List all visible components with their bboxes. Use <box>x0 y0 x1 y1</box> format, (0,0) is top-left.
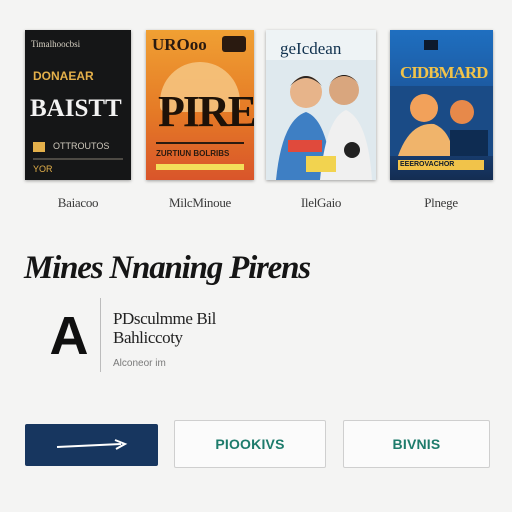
arrow-right-icon <box>56 439 127 450</box>
cover-3-top-text: geIcdean <box>280 39 342 58</box>
cover-2-footer-text: ZURTIUN BOLRIBS <box>156 149 230 158</box>
tertiary-button[interactable]: BIVNIS <box>343 420 490 468</box>
author-avatar-letter: A <box>49 306 89 366</box>
cover-1-rule <box>33 158 123 160</box>
cover-2-badge-icon <box>222 36 246 52</box>
card-meta: Alconeor im <box>113 358 166 369</box>
cover-3-illustration <box>266 60 376 180</box>
cover-2-big-title: PIRES <box>158 87 254 136</box>
cover-2-rule <box>156 142 244 144</box>
book-cover-1[interactable]: Timalhoocbsi DONAEAR BAISTT OTTROUTOS YO… <box>25 30 131 180</box>
cover-1-small-text: OTTROUTOS <box>53 141 110 151</box>
card-title[interactable]: PDsculmme Bil Bahliccoty <box>113 309 263 347</box>
book-cover-2[interactable]: UROoo PIRES ZURTIUN BOLRIBS <box>146 30 254 180</box>
book-cover-3[interactable]: geIcdean <box>266 30 376 180</box>
book-caption-3[interactable]: IlelGaio <box>261 195 381 211</box>
secondary-button[interactable]: PIOOKIVS <box>174 420 326 468</box>
cover-4-illustration <box>390 86 493 156</box>
book-caption-2[interactable]: MilcMinoue <box>140 195 260 211</box>
cover-2-stripe <box>156 164 244 170</box>
vertical-divider <box>100 298 101 372</box>
cover-1-footer-text: YOR <box>33 164 53 174</box>
book-caption-4[interactable]: Plnege <box>381 195 501 211</box>
cover-1-top-text: Timalhoocbsi <box>31 39 81 49</box>
cover-1-big-title: BAISTT <box>30 95 122 122</box>
book-caption-1[interactable]: Baiacoo <box>18 195 138 211</box>
primary-arrow-button[interactable] <box>25 424 158 466</box>
cover-4-footer-text: EEEROVACHOR <box>400 161 455 168</box>
page-headline: Mines Nnaning Pirens <box>24 250 311 286</box>
book-cover-4[interactable]: CIDBMARD EEEROVACHOR <box>390 30 493 180</box>
cover-2-top-text: UROoo <box>152 35 207 54</box>
cover-4-badge <box>424 40 438 50</box>
cover-4-top-text: CIDBMARD <box>400 63 488 82</box>
cover-1-mid-text: DONAEAR <box>33 69 94 83</box>
cover-1-badge <box>33 142 45 152</box>
